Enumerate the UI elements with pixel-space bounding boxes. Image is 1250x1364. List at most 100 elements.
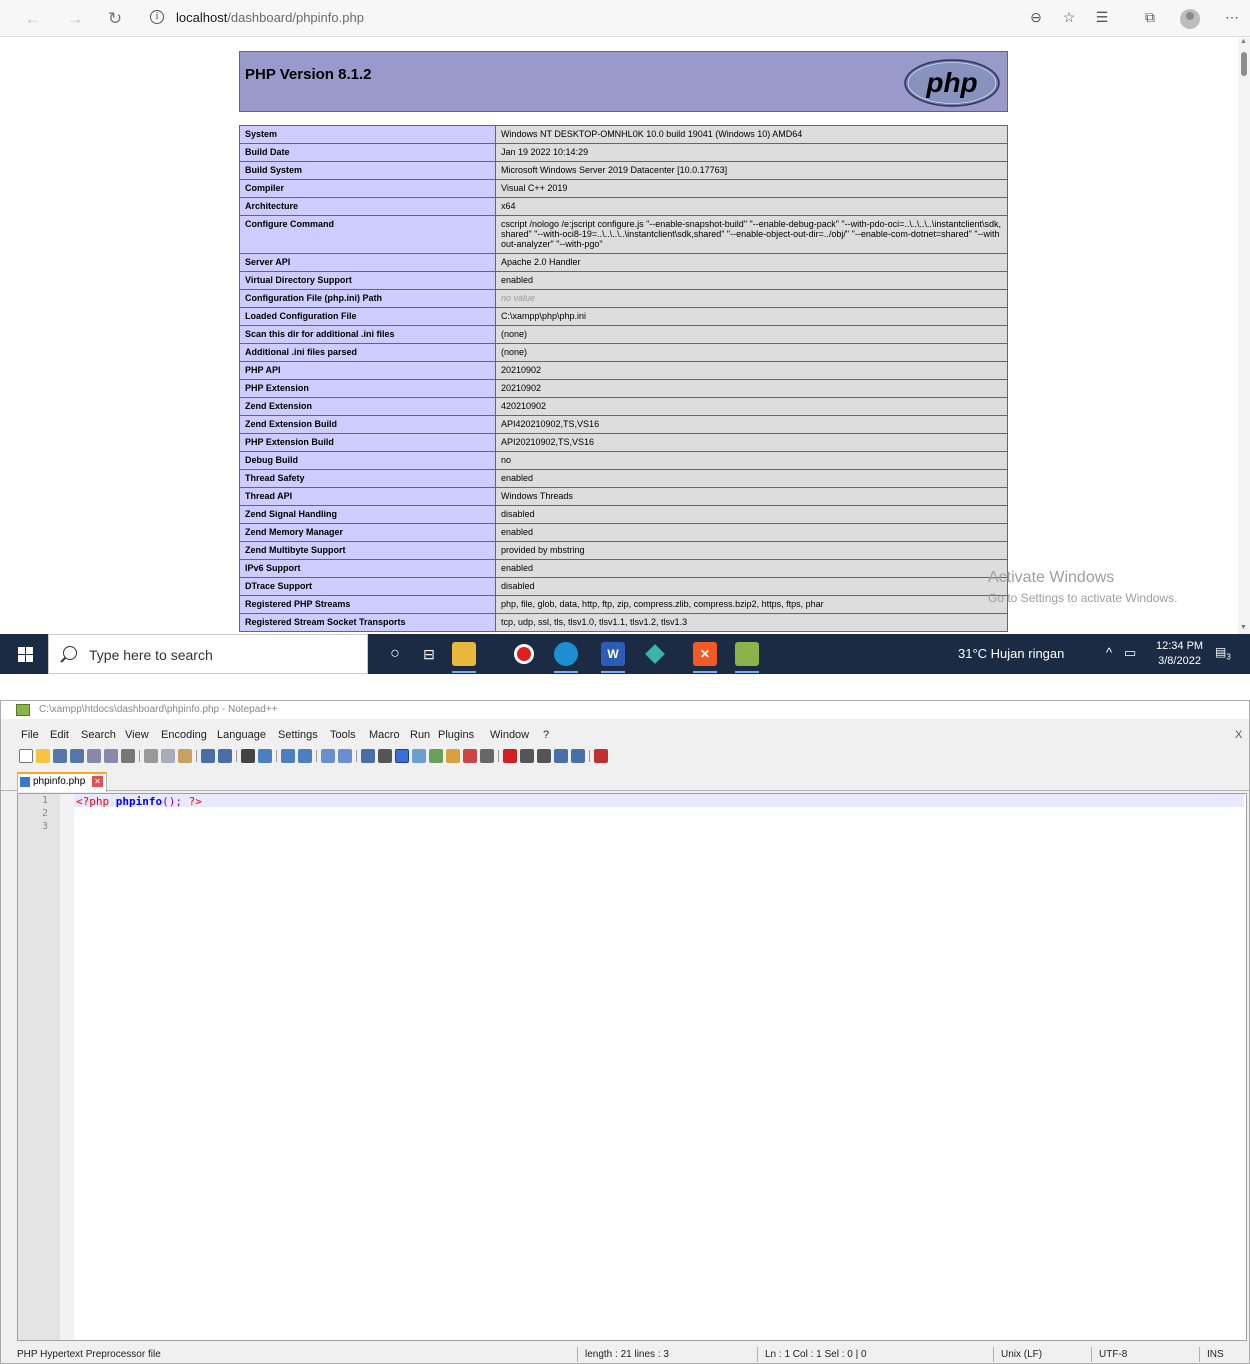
menu-item-run[interactable]: Run bbox=[410, 729, 430, 741]
zoom-icon[interactable]: ⊖ bbox=[1026, 9, 1046, 26]
git-icon[interactable] bbox=[643, 642, 667, 666]
open-file-icon[interactable] bbox=[36, 749, 50, 763]
doc-map-icon[interactable] bbox=[412, 749, 426, 763]
back-arrow-icon[interactable]: ← bbox=[22, 8, 44, 30]
sync-v-icon[interactable] bbox=[321, 749, 335, 763]
watermark-title: Activate Windows bbox=[988, 569, 1115, 586]
add-favorite-icon[interactable]: ☆ bbox=[1059, 9, 1079, 26]
menu-item-encoding[interactable]: Encoding bbox=[161, 729, 207, 741]
favorites-icon[interactable]: ☰ bbox=[1092, 9, 1112, 26]
weather-widget[interactable]: 31°C Hujan ringan bbox=[958, 646, 1064, 661]
scroll-down-icon[interactable]: ▼ bbox=[1240, 624, 1247, 631]
stop-record-icon[interactable] bbox=[520, 749, 534, 763]
menu-item-window[interactable]: Window bbox=[490, 729, 529, 741]
record-macro-icon[interactable] bbox=[503, 749, 517, 763]
copy-icon[interactable] bbox=[161, 749, 175, 763]
more-menu-icon[interactable]: ⋯ bbox=[1222, 9, 1242, 26]
indent-guide-icon[interactable] bbox=[395, 749, 409, 763]
show-hidden-icons-icon[interactable]: ^ bbox=[1106, 645, 1112, 660]
save-icon[interactable] bbox=[53, 749, 67, 763]
spell-check-icon[interactable] bbox=[594, 749, 608, 763]
fold-margin bbox=[60, 794, 74, 1340]
menu-item-search[interactable]: Search bbox=[81, 729, 116, 741]
windows-start-icon[interactable] bbox=[18, 647, 33, 662]
url-text[interactable]: localhost/dashboard/phpinfo.php bbox=[176, 10, 364, 25]
menu-item-settings[interactable]: Settings bbox=[278, 729, 318, 741]
network-icon[interactable]: ▭ bbox=[1124, 645, 1136, 661]
save-macro-icon[interactable] bbox=[571, 749, 585, 763]
info-row: PHP Extension Build API20210902,TS,VS16 bbox=[239, 433, 1008, 452]
menu-item-view[interactable]: View bbox=[125, 729, 149, 741]
word-wrap-icon[interactable] bbox=[361, 749, 375, 763]
menu-item-macro[interactable]: Macro bbox=[369, 729, 400, 741]
cut-icon[interactable] bbox=[144, 749, 158, 763]
sync-h-icon[interactable] bbox=[338, 749, 352, 763]
redo-icon[interactable] bbox=[218, 749, 232, 763]
menu-item-language[interactable]: Language bbox=[217, 729, 266, 741]
site-info-icon[interactable]: i bbox=[150, 10, 164, 24]
edge-browser-icon[interactable] bbox=[554, 642, 578, 673]
notepad-plus-plus-icon[interactable] bbox=[735, 642, 759, 673]
info-row: Configure Command cscript /nologo /e:jscr… bbox=[239, 215, 1008, 254]
line-number: 2 bbox=[41, 808, 48, 819]
scroll-up-icon[interactable]: ▲ bbox=[1240, 38, 1247, 45]
menu-item-file[interactable]: File bbox=[21, 729, 39, 741]
search-icon bbox=[63, 646, 77, 660]
menu-item-edit[interactable]: Edit bbox=[50, 729, 69, 741]
new-file-icon[interactable] bbox=[19, 749, 33, 763]
info-key: Build Date bbox=[239, 143, 496, 162]
url-field[interactable]: i localhost/dashboard/phpinfo.php bbox=[140, 4, 1000, 32]
code-line-1[interactable]: <?php phpinfo(); ?> bbox=[76, 795, 202, 808]
info-value: no bbox=[495, 451, 1008, 470]
close-all-icon[interactable] bbox=[104, 749, 118, 763]
taskbar-clock[interactable]: 12:34 PM 3/8/2022 bbox=[1156, 639, 1203, 669]
toolbar-separator bbox=[498, 750, 499, 762]
monitoring-icon[interactable] bbox=[480, 749, 494, 763]
taskbar-search-box[interactable]: Type here to search bbox=[48, 634, 368, 674]
collections-icon[interactable]: ⧉ bbox=[1140, 9, 1160, 26]
run-macro-multiple-icon[interactable] bbox=[554, 749, 568, 763]
menu-item-help[interactable]: ? bbox=[543, 729, 549, 741]
find-icon[interactable] bbox=[241, 749, 255, 763]
tab-close-icon[interactable]: ✕ bbox=[92, 776, 103, 787]
close-file-icon[interactable] bbox=[87, 749, 101, 763]
play-macro-icon[interactable] bbox=[537, 749, 551, 763]
word-icon[interactable]: W bbox=[601, 642, 625, 673]
save-all-icon[interactable] bbox=[70, 749, 84, 763]
zoom-in-icon[interactable] bbox=[281, 749, 295, 763]
xampp-icon[interactable]: ✕ bbox=[693, 642, 717, 673]
info-row: Registered Stream Socket Transports tcp, … bbox=[239, 613, 1008, 632]
line-number-gutter: 1 2 3 bbox=[18, 794, 60, 1340]
clock-date: 3/8/2022 bbox=[1158, 655, 1201, 667]
undo-icon[interactable] bbox=[201, 749, 215, 763]
forward-arrow-icon[interactable]: → bbox=[64, 8, 86, 30]
doc-switcher-icon[interactable] bbox=[463, 749, 477, 763]
show-all-chars-icon[interactable] bbox=[378, 749, 392, 763]
page-scrollbar[interactable]: ▲ ▼ bbox=[1238, 38, 1250, 634]
profile-avatar[interactable] bbox=[1180, 9, 1200, 29]
window-title-bar[interactable]: C:\xampp\htdocs\dashboard\phpinfo.php - … bbox=[1, 701, 1249, 719]
replace-icon[interactable] bbox=[258, 749, 272, 763]
notification-center-icon[interactable]: ▤3 bbox=[1215, 645, 1231, 661]
function-list-icon[interactable] bbox=[429, 749, 443, 763]
menu-item-plugins[interactable]: Plugins bbox=[438, 729, 474, 741]
info-key: Thread API bbox=[239, 487, 496, 506]
code-editor[interactable]: 1 2 3 <?php phpinfo(); ?> bbox=[17, 793, 1247, 1341]
refresh-icon[interactable]: ↻ bbox=[104, 8, 126, 30]
info-key: Zend Multibyte Support bbox=[239, 541, 496, 560]
tab-phpinfo[interactable]: phpinfo.php ✕ bbox=[17, 772, 107, 792]
address-bar-row: ← → ↻ i localhost/dashboard/phpinfo.php … bbox=[0, 0, 1250, 37]
folder-workspace-icon[interactable] bbox=[446, 749, 460, 763]
info-value: enabled bbox=[495, 523, 1008, 542]
record-icon[interactable] bbox=[512, 642, 536, 666]
file-explorer-icon[interactable] bbox=[452, 642, 476, 673]
cortana-icon[interactable]: ○ bbox=[383, 642, 407, 666]
windows-taskbar: Type here to search ○ ⊟ W ✕ 31°C Hujan r… bbox=[0, 634, 1250, 674]
print-icon[interactable] bbox=[121, 749, 135, 763]
menu-item-tools[interactable]: Tools bbox=[330, 729, 356, 741]
scrollbar-thumb[interactable] bbox=[1241, 52, 1247, 76]
task-view-icon[interactable]: ⊟ bbox=[417, 642, 441, 666]
close-document-x[interactable]: X bbox=[1235, 729, 1242, 741]
paste-icon[interactable] bbox=[178, 749, 192, 763]
zoom-out-icon[interactable] bbox=[298, 749, 312, 763]
